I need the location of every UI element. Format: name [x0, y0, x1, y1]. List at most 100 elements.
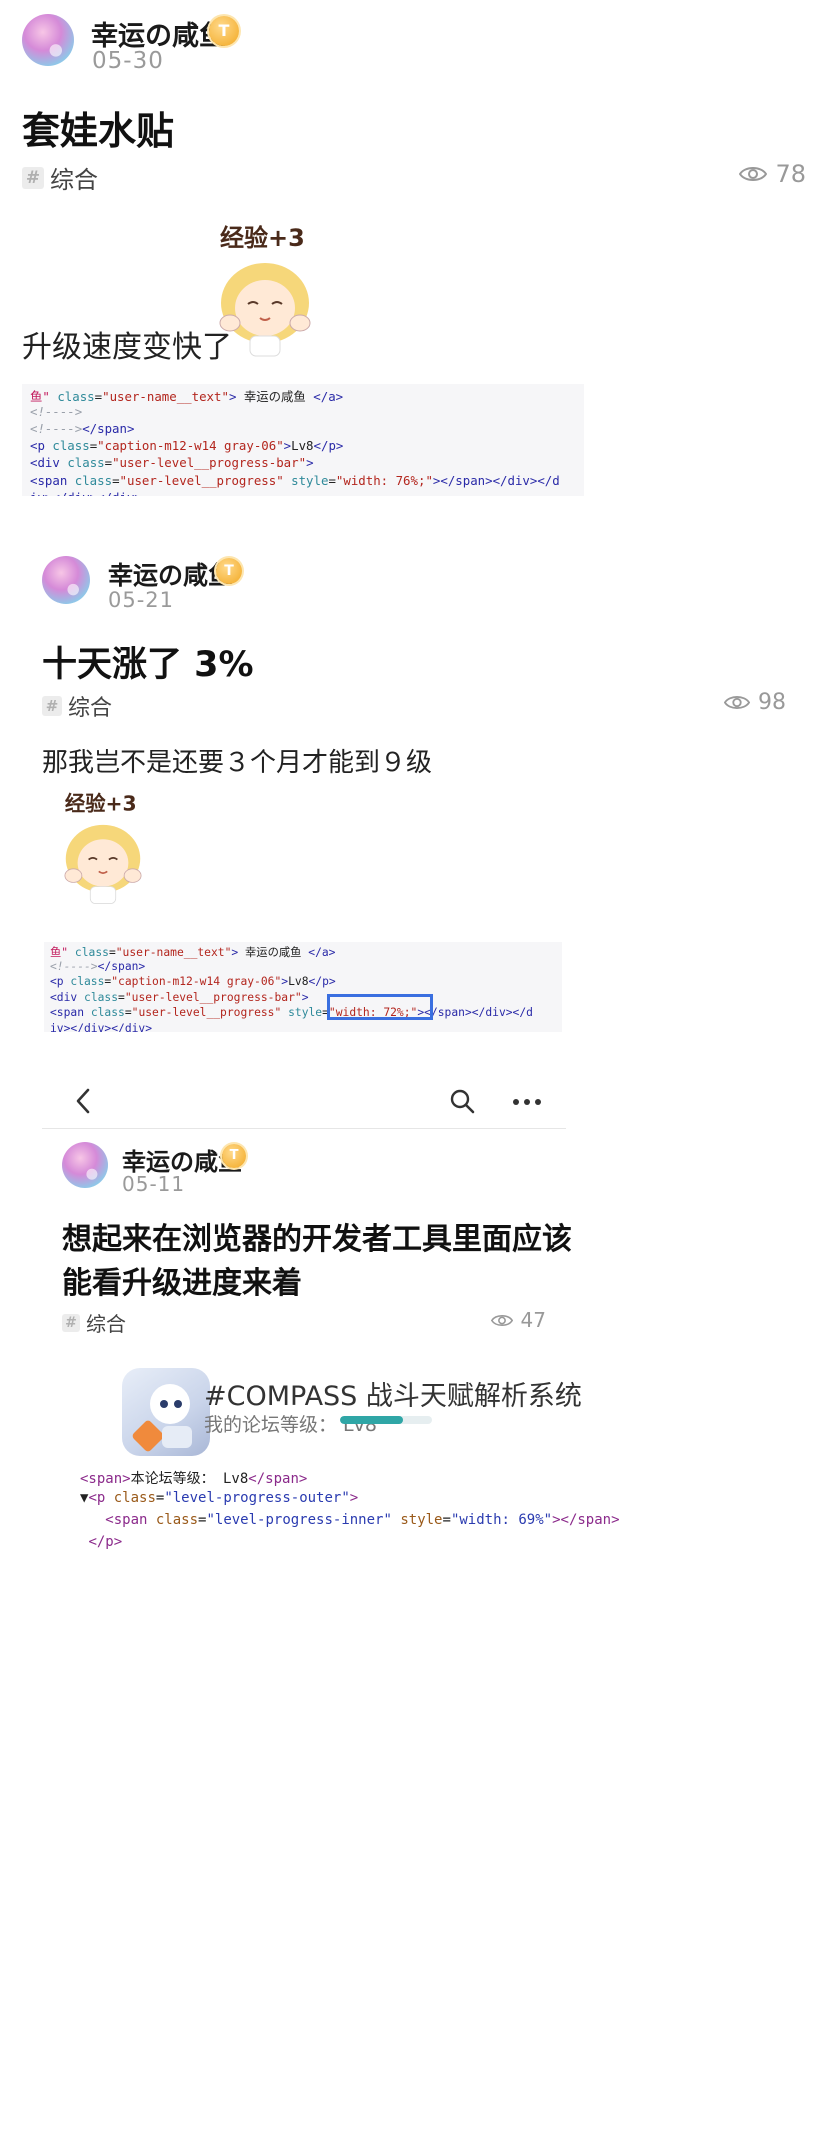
code-token: class	[74, 472, 113, 488]
code-token: class	[74, 946, 109, 959]
code-line: <p class="caption-m12-w14 gray-06">Lv8</…	[50, 975, 556, 991]
search-icon	[450, 1089, 475, 1114]
code-token: "caption-m12-w14 gray-06"	[111, 975, 282, 989]
code-token: </span>	[82, 421, 135, 437]
post-tag[interactable]: # 综合	[62, 1308, 126, 1337]
post-tag[interactable]: # 综合	[22, 160, 98, 195]
code-token: </a>	[308, 946, 336, 959]
code-token: </p>	[308, 975, 336, 989]
code-token: class	[70, 975, 105, 989]
code-token: <!---->	[30, 404, 83, 420]
code-token: </span>	[248, 1471, 308, 1487]
post-title-line-2: 能看升级进度来着	[62, 1266, 302, 1301]
code-token: =	[124, 1006, 132, 1020]
post-title: 十天涨了 3%	[42, 645, 254, 685]
code-token: style	[400, 1512, 443, 1528]
post-tag[interactable]: # 综合	[42, 690, 112, 722]
avatar[interactable]	[22, 14, 74, 66]
code-token: class	[52, 438, 90, 454]
code-token: <span	[50, 1006, 91, 1020]
code-token: "user-level__progress"	[119, 472, 284, 488]
sticker-text: 经验+3	[220, 224, 305, 252]
eye-icon	[739, 167, 768, 181]
sticker-text: 经验+3	[65, 791, 137, 815]
views-number: 98	[758, 690, 786, 715]
code-line: <span class = "level-progress-inner" style…	[80, 1512, 619, 1534]
more-button[interactable]	[512, 1094, 542, 1108]
username[interactable]: 幸运の咸鱼	[108, 556, 233, 592]
post-body-text: 那我岂不是还要３个月才能到９级	[42, 748, 433, 778]
code-token: Lv8	[288, 975, 309, 989]
view-count: 47	[490, 1308, 546, 1332]
hashtag-icon: #	[42, 696, 62, 716]
post-body-text: 升级速度变快了	[22, 330, 232, 365]
views-number: 78	[775, 160, 806, 188]
user-badge-icon: T	[222, 1144, 246, 1168]
highlight-box	[327, 994, 433, 1020]
code-line: <span class="user-level__progress" style…	[50, 1006, 556, 1022]
code-token: "level-progress-inner"	[206, 1512, 392, 1528]
code-token: 鱼"	[30, 389, 50, 404]
view-count: 78	[739, 160, 806, 188]
code-token: >	[301, 990, 309, 1004]
code-token: </p>	[88, 1534, 123, 1550]
hashtag-icon: #	[62, 1313, 80, 1332]
code-token: ></span>	[552, 1512, 620, 1528]
hashtag-icon: #	[22, 166, 44, 189]
code-token: style	[291, 472, 329, 488]
post-title-line-1: 想起来在浏览器的开发者工具里面应该	[62, 1222, 572, 1257]
code-token: <p	[88, 1490, 114, 1506]
views-number: 47	[520, 1308, 546, 1332]
post-date: 05-21	[108, 588, 175, 612]
eye-icon	[724, 696, 750, 709]
code-token: <!---->	[50, 959, 98, 973]
code-token: </p>	[313, 438, 344, 454]
code-token: "user-name__text"	[115, 946, 232, 959]
user-badge-icon: T	[209, 16, 239, 46]
back-button[interactable]	[70, 1086, 98, 1116]
code-token: class	[155, 1512, 199, 1528]
code-token: =	[112, 472, 120, 488]
more-icon	[513, 1099, 541, 1105]
code-token: "user-level__progress-bar"	[124, 990, 302, 1004]
code-token: 鱼"	[50, 946, 69, 959]
avatar[interactable]	[42, 556, 90, 604]
app-icon	[122, 1368, 210, 1456]
code-token: class	[113, 1490, 156, 1506]
code-token: "caption-m12-w14 gray-06"	[97, 438, 284, 454]
level-progress-fill	[340, 1416, 404, 1424]
code-line: 鱼" class="user-name__text"> 幸运の咸鱼 </a>	[50, 944, 556, 960]
code-token: <div	[50, 990, 85, 1004]
code-token: >	[306, 455, 314, 471]
code-snippet: 鱼" class="user-name__text"> 幸运の咸鱼 </a> <!…	[44, 942, 562, 1032]
code-token: class	[90, 1006, 125, 1020]
app-title: #COMPASS 战斗天赋解析系统	[204, 1381, 582, 1412]
code-token: <span	[105, 1512, 156, 1528]
code-line: <!----></span>	[50, 960, 556, 976]
code-token: ></span></div></d	[432, 472, 560, 488]
sticker-image: 经验+3	[48, 786, 158, 906]
post-date: 05-30	[92, 48, 164, 74]
code-line: <div class="user-level__progress-bar">	[30, 455, 576, 472]
code-token: class	[67, 455, 105, 471]
code-token: 本论坛等级： Lv8	[130, 1471, 249, 1487]
code-token: "width: 76%;"	[335, 472, 433, 488]
code-line: 鱼" class="user-name__text"> 幸运の咸鱼 </a>	[30, 387, 576, 404]
code-snippet: 鱼" class="user-name__text"> 幸运の咸鱼 </a> <!…	[22, 384, 584, 496]
search-button[interactable]	[448, 1087, 476, 1115]
code-token: class	[57, 389, 95, 404]
code-line: iv></div></div>	[50, 1022, 556, 1032]
code-token: "user-level__progress-bar"	[112, 455, 307, 471]
code-token: 幸运の咸鱼	[238, 946, 309, 959]
code-line: <span>本论坛等级： Lv8</span>	[80, 1468, 500, 1490]
code-token: <span>	[80, 1471, 131, 1487]
code-token: =	[328, 472, 336, 488]
avatar[interactable]	[62, 1142, 108, 1188]
code-line: <div class="user-level__progress-bar">	[50, 991, 556, 1007]
eye-icon	[490, 1314, 513, 1326]
code-token: "width: 69%"	[450, 1512, 553, 1528]
view-count: 98	[724, 690, 786, 715]
tag-label: 综合	[68, 696, 113, 721]
